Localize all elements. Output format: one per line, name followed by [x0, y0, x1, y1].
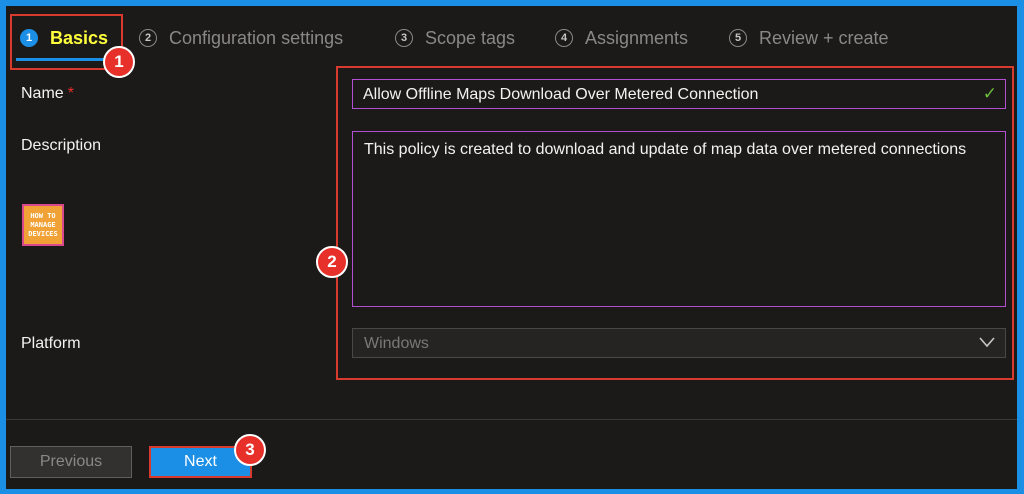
platform-dropdown[interactable]: Windows	[352, 328, 1006, 358]
howtomanagedevices-logo: HOW TO MANAGE DEVICES	[22, 204, 64, 246]
tab-review-create[interactable]: 5 Review + create	[729, 24, 889, 52]
name-input[interactable]: Allow Offline Maps Download Over Metered…	[352, 79, 1006, 109]
name-input-value: Allow Offline Maps Download Over Metered…	[363, 86, 759, 103]
tab-label-scope-tags: Scope tags	[425, 27, 516, 48]
checkmark-icon: ✓	[982, 84, 997, 103]
required-mark: *	[67, 85, 74, 102]
tab-configuration-settings[interactable]: 2 Configuration settings	[139, 24, 343, 52]
name-label: Name *	[21, 85, 74, 103]
tab-label-assignments: Assignments	[585, 27, 689, 48]
logo-line-2: MANAGE	[30, 220, 56, 229]
annotation-badge-1: 1	[103, 46, 135, 78]
platform-label: Platform	[21, 335, 81, 352]
description-label: Description	[21, 137, 102, 154]
description-textarea[interactable]: This policy is created to download and u…	[352, 131, 1006, 307]
wizard-tabs: 1 Basics 2 Configuration settings 3 Scop…	[6, 6, 1017, 66]
platform-selected-value: Windows	[364, 335, 429, 352]
tab-assignments[interactable]: 4 Assignments	[555, 24, 688, 52]
tab-label-configuration-settings: Configuration settings	[169, 27, 344, 48]
previous-button[interactable]: Previous	[10, 446, 132, 478]
step-number-3: 3	[395, 29, 413, 47]
wizard-panel: 1 Basics 2 Configuration settings 3 Scop…	[6, 6, 1017, 489]
tab-label-review-create: Review + create	[759, 27, 889, 48]
footer-divider	[6, 419, 1017, 420]
logo-line-1: HOW TO	[30, 211, 56, 220]
logo-line-3: DEVICES	[28, 229, 58, 238]
tab-scope-tags[interactable]: 3 Scope tags	[395, 24, 515, 52]
step-number-5: 5	[729, 29, 747, 47]
chevron-down-icon	[979, 337, 995, 348]
name-label-text: Name	[21, 85, 64, 102]
annotation-badge-3: 3	[234, 434, 266, 466]
step-number-2: 2	[139, 29, 157, 47]
annotation-badge-2: 2	[316, 246, 348, 278]
step-number-4: 4	[555, 29, 573, 47]
